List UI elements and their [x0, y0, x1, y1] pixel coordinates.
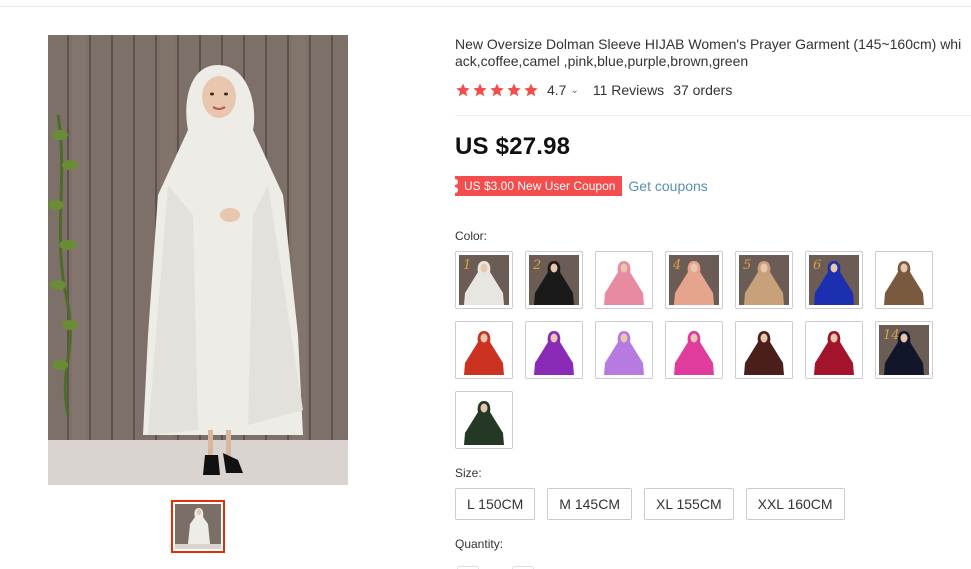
- product-price: US $27.98: [455, 133, 571, 160]
- size-option-button[interactable]: XL 155CM: [643, 488, 734, 520]
- svg-text:14: 14: [883, 328, 900, 343]
- coupon-row: US $3.00 New User Coupon Get coupons: [451, 175, 708, 197]
- color-swatch[interactable]: 14: [875, 321, 933, 379]
- product-title: New Oversize Dolman Sleeve HIJAB Women's…: [455, 36, 971, 70]
- svg-text:5: 5: [743, 258, 751, 273]
- main-product-image[interactable]: [48, 35, 348, 485]
- new-user-coupon-badge[interactable]: US $3.00 New User Coupon: [451, 176, 623, 196]
- rating-value[interactable]: 4.7: [547, 82, 566, 98]
- color-swatch[interactable]: 2: [525, 251, 583, 309]
- size-option-button[interactable]: M 145CM: [547, 488, 632, 520]
- product-thumbnail-selected[interactable]: [171, 500, 225, 553]
- color-swatch[interactable]: 1: [455, 251, 513, 309]
- star-icon: [524, 83, 538, 97]
- header-divider: [0, 6, 971, 7]
- svg-text:1: 1: [463, 258, 471, 273]
- color-swatch[interactable]: [455, 321, 513, 379]
- star-icon: [473, 83, 487, 97]
- color-swatch[interactable]: [525, 321, 583, 379]
- rating-row: 4.7 ⌄ 11 Reviews 37 orders: [455, 81, 732, 99]
- color-swatch[interactable]: [805, 321, 863, 379]
- get-coupons-link[interactable]: Get coupons: [628, 178, 707, 194]
- size-option-button[interactable]: L 150CM: [455, 488, 536, 520]
- chevron-down-icon[interactable]: ⌄: [570, 85, 578, 96]
- color-swatch[interactable]: [455, 391, 513, 449]
- product-title-line-1: New Oversize Dolman Sleeve HIJAB Women's…: [455, 36, 962, 52]
- color-swatch[interactable]: [735, 321, 793, 379]
- star-rating: [455, 82, 539, 98]
- divider: [455, 115, 971, 116]
- star-icon: [456, 83, 470, 97]
- svg-text:6: 6: [813, 258, 821, 273]
- svg-text:4: 4: [672, 258, 681, 273]
- product-title-line-2: ack,coffee,camel ,pink,blue,purple,brown…: [455, 53, 749, 69]
- star-icon: [507, 83, 521, 97]
- size-options: L 150CM M 145CM XL 155CM XXL 160CM: [455, 488, 845, 520]
- size-label: Size:: [455, 466, 482, 480]
- color-swatch[interactable]: [875, 251, 933, 309]
- reviews-link[interactable]: 11 Reviews: [593, 82, 664, 98]
- color-swatch[interactable]: 5: [735, 251, 793, 309]
- color-swatch[interactable]: 6: [805, 251, 863, 309]
- color-swatch[interactable]: [665, 321, 723, 379]
- svg-text:2: 2: [532, 258, 541, 273]
- color-label: Color:: [455, 229, 488, 243]
- color-swatch[interactable]: [595, 321, 653, 379]
- color-swatch[interactable]: 4: [665, 251, 723, 309]
- color-swatch[interactable]: [595, 251, 653, 309]
- size-option-button[interactable]: XXL 160CM: [745, 488, 845, 520]
- orders-count: 37 orders: [673, 82, 733, 98]
- quantity-label: Quantity:: [455, 537, 504, 551]
- star-icon: [490, 83, 504, 97]
